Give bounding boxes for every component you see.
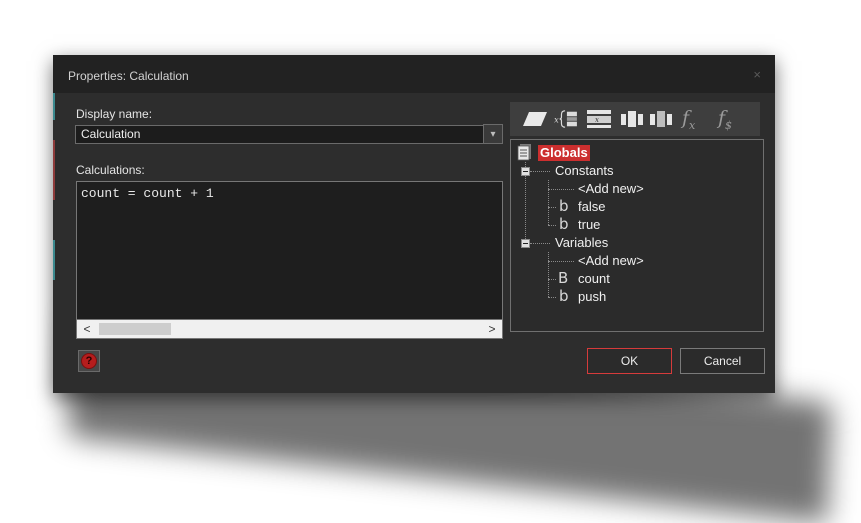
tree-guide-constants [530,171,550,172]
edge-accent-low [53,240,55,280]
editor-horizontal-scrollbar[interactable]: < > [76,319,503,339]
tree-guide-add-var [548,261,574,262]
function-icon-f: f [682,107,690,129]
chevron-down-icon: ▾ [490,129,496,140]
scroll-thumb[interactable] [99,323,171,335]
function-icon[interactable]: fx [682,107,695,132]
calculations-code: count = count + 1 [81,186,214,201]
tree-guide-true [548,225,556,226]
properties-dialog: Properties: Calculation × Display name: … [53,55,775,393]
edge-accent-mid [53,140,55,200]
string-function-icon[interactable]: f$ [718,107,732,132]
string-function-icon-sub: $ [725,118,733,132]
scroll-left-button[interactable]: < [78,320,96,338]
function-icon-sub: x [689,118,696,132]
help-button[interactable]: ? [78,350,100,372]
ok-button[interactable]: OK [587,348,672,374]
cancel-button[interactable]: Cancel [680,348,765,374]
tree-guide-variables-children [548,252,549,297]
scroll-right-button[interactable]: > [483,320,501,338]
expression-icon[interactable]: x [586,109,612,129]
tree-root-globals[interactable]: Globals [538,145,590,161]
svg-text:x: x [595,116,599,124]
document-icon [517,144,531,161]
calculations-label: Calculations: [76,163,145,177]
variable-brace-icon[interactable]: x [552,109,580,129]
tree-node-constants[interactable]: Constants [555,163,614,178]
number-variable-icon: B [558,269,569,287]
display-name-dropdown-button[interactable]: ▾ [483,124,503,144]
dots-column-icon[interactable] [649,109,673,129]
expression-toolbar: x x fx f$ [510,102,760,136]
tree-guide-push [548,297,556,298]
tree-node-add-constant[interactable]: <Add new> [578,181,644,196]
tree-node-count[interactable]: count [578,271,610,286]
tree-guide-add-const [548,189,574,190]
boolean-icon: b [559,197,569,215]
close-icon[interactable]: × [753,67,761,82]
boolean-icon: b [559,215,569,233]
parallelogram-icon[interactable] [522,109,548,129]
svg-text:x: x [554,115,559,125]
boolean-icon: b [559,287,569,305]
tree-guide-false [548,207,556,208]
tree-guide-count [548,279,556,280]
globals-tree[interactable]: Globals Constants <Add new> b false b tr… [510,139,764,332]
column-icon[interactable] [620,109,644,129]
tree-node-variables[interactable]: Variables [555,235,608,250]
collapse-constants-icon[interactable] [521,167,530,176]
help-icon: ? [81,353,97,369]
string-function-icon-f: f [718,107,726,129]
tree-guide-constants-children [548,180,549,225]
calculations-editor[interactable]: count = count + 1 [76,181,503,339]
display-name-input[interactable]: Calculation [75,125,495,144]
tree-node-push[interactable]: push [578,289,606,304]
collapse-variables-icon[interactable] [521,239,530,248]
tree-node-add-variable[interactable]: <Add new> [578,253,644,268]
tree-node-false[interactable]: false [578,199,605,214]
tree-node-true[interactable]: true [578,217,600,232]
display-name-label: Display name: [76,107,153,121]
tree-guide-variables [530,243,550,244]
titlebar[interactable]: Properties: Calculation × [53,55,775,93]
dialog-title: Properties: Calculation [68,69,189,83]
